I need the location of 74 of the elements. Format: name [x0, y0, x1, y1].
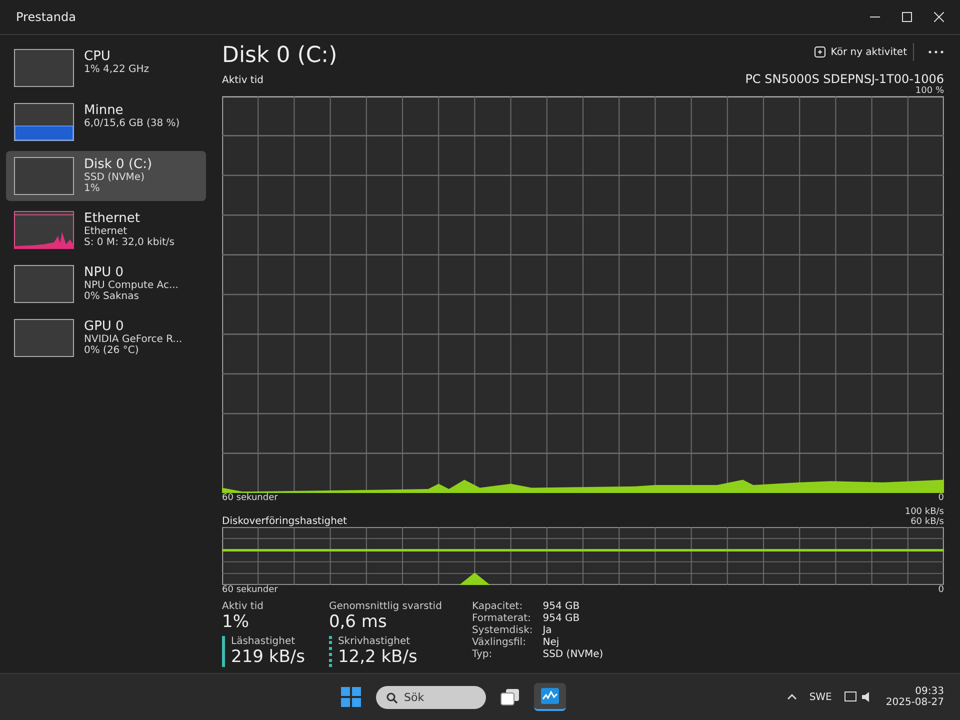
axis-min-label: 0 [938, 585, 944, 595]
property-value: 954 GB [542, 613, 581, 624]
property-value: Nej [542, 637, 560, 648]
task-icon [814, 46, 826, 58]
legend-bar [328, 636, 332, 667]
sidebar-item[interactable]: Ethernet Ethernet S: 0 M: 32,0 kbit/s [6, 205, 206, 255]
axis-max-label: 100 % [915, 86, 944, 96]
property-label: Typ: [472, 649, 494, 660]
stat-value: 0,6 ms [328, 612, 388, 632]
clock-time: 09:33 [915, 686, 944, 697]
item-detail: NPU Compute Ac... [84, 280, 178, 291]
item-detail: 6,0/15,6 GB (38 %) [84, 118, 180, 129]
language-indicator[interactable]: SWE [809, 692, 832, 702]
time-span-label: 60 sekunder [222, 493, 278, 503]
axis-max-label: 60 kB/s [910, 517, 944, 527]
stat-value: 12,2 kB/s [338, 647, 418, 667]
stat-label: Aktiv tid [222, 601, 264, 612]
property-label: Kapacitet: [472, 601, 524, 612]
memory-thumbnail [14, 103, 74, 141]
time-span-label: 60 sekunder [222, 585, 278, 595]
property-value: 954 GB [542, 601, 581, 612]
sidebar-item[interactable]: NPU 0 NPU Compute Ac... 0% Saknas [6, 259, 206, 309]
item-name: CPU [84, 49, 112, 64]
windows-logo-icon[interactable] [340, 686, 362, 708]
chart-label: Aktiv tid [222, 75, 264, 86]
sidebar-item[interactable]: Disk 0 (C:) SSD (NVMe) 1% [6, 151, 206, 201]
graph-thumbnail [14, 319, 74, 357]
item-detail: 0% (26 °C) [84, 345, 140, 356]
stat-value: 219 kB/s [231, 647, 305, 667]
graph-thumbnail [14, 157, 74, 195]
sidebar-item[interactable]: GPU 0 NVIDIA GeForce R... 0% (26 °C) [6, 313, 206, 363]
item-detail: 1% 4,22 GHz [84, 64, 150, 75]
axis-min-label: 0 [938, 493, 944, 503]
chart-label: Diskoverföringshastighet [222, 516, 347, 527]
sidebar-item[interactable]: CPU 1% 4,22 GHz [6, 43, 206, 93]
close-icon[interactable] [934, 12, 944, 22]
run-task-button[interactable]: Kör ny aktivitet [808, 43, 914, 61]
stat-label: Skrivhastighet [338, 636, 412, 647]
property-label: Växlingsfil: [472, 637, 527, 648]
caret-up-icon[interactable] [787, 694, 798, 700]
disk-model: PC SN5000S SDEPNSJ-1T00-1006 [745, 72, 944, 86]
item-detail: Ethernet [84, 226, 128, 237]
item-detail: NVIDIA GeForce R... [84, 334, 182, 345]
item-name: GPU 0 [84, 319, 125, 334]
task-view-icon[interactable] [500, 688, 520, 706]
item-name: Ethernet [84, 211, 141, 226]
item-detail: S: 0 M: 32,0 kbit/s [84, 237, 174, 248]
item-detail: 0% Saknas [84, 291, 139, 302]
stat-label: Läshastighet [231, 636, 296, 647]
task-manager-app-icon[interactable] [534, 683, 566, 711]
search-icon [386, 692, 398, 704]
sidebar-item[interactable]: Minne 6,0/15,6 GB (38 %) [6, 97, 206, 147]
page-title: Disk 0 (C:) [222, 43, 338, 68]
item-name: NPU 0 [84, 265, 124, 280]
axis-max-label: 100 kB/s [904, 507, 944, 517]
stat-value: 1% [222, 612, 250, 632]
maximize-icon[interactable] [902, 12, 912, 22]
item-detail: SSD (NVMe) [84, 172, 146, 183]
property-value: Ja [542, 625, 553, 636]
graph-thumbnail [14, 49, 74, 87]
window-title: Prestanda [16, 10, 76, 24]
property-value: SSD (NVMe) [542, 649, 604, 660]
property-label: Formaterat: [472, 613, 532, 624]
network-thumbnail [14, 211, 74, 249]
item-name: Disk 0 (C:) [84, 157, 152, 172]
item-name: Minne [84, 103, 124, 118]
graph-thumbnail [14, 265, 74, 303]
more-icon[interactable] [928, 50, 944, 54]
stat-label: Genomsnittlig svarstid [328, 601, 442, 612]
legend-bar [222, 636, 225, 667]
item-detail: 1% [84, 183, 101, 194]
property-label: Systemdisk: [472, 625, 533, 636]
clock-date: 2025-08-27 [886, 697, 944, 708]
search-field[interactable]: Sök [376, 686, 486, 708]
